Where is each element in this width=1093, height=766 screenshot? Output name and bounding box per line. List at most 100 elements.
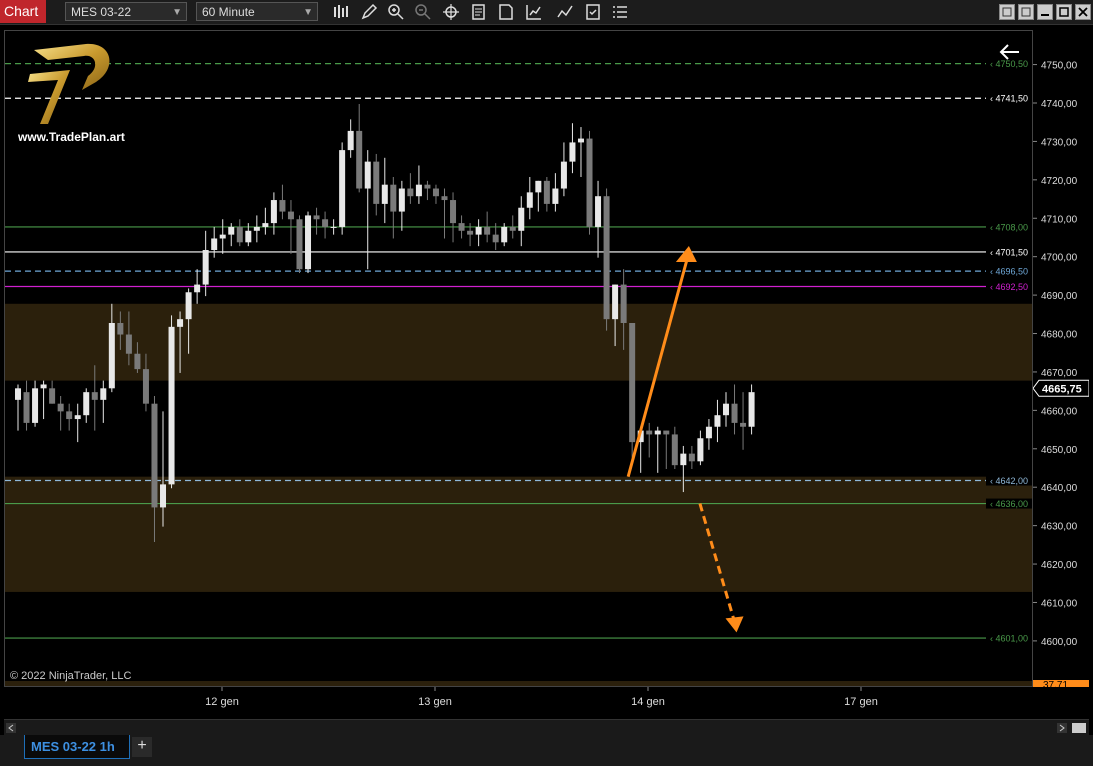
price-tick-label: 4740,00	[1041, 99, 1078, 110]
candle-body	[83, 392, 90, 416]
add-tab-button[interactable]: +	[132, 737, 152, 757]
candle-body	[577, 138, 584, 143]
candle-body	[381, 184, 388, 204]
candle-body	[108, 323, 115, 389]
candle-body	[245, 230, 252, 243]
minimize-button[interactable]	[1037, 4, 1053, 20]
time-axis[interactable]: 12 gen 13 gen 14 gen 17 gen	[4, 687, 1089, 717]
level-label: ‹ 4741,50	[990, 94, 1028, 104]
candle-body	[671, 434, 678, 466]
strategies-icon[interactable]	[525, 3, 543, 21]
candle-body	[398, 188, 405, 212]
candle-body	[620, 284, 627, 323]
candle-body	[552, 188, 559, 204]
candle-body	[603, 196, 610, 320]
level-label: ‹ 4636,00	[990, 499, 1028, 509]
price-tick-label: 4640,00	[1041, 483, 1078, 494]
zoom-out-icon[interactable]	[414, 3, 432, 21]
maximize-button[interactable]	[1056, 4, 1072, 20]
candle-body	[748, 392, 755, 427]
candle-body	[142, 369, 149, 404]
level-label: ‹ 4601,00	[990, 634, 1028, 644]
candle-body	[151, 403, 158, 508]
candle-body	[57, 403, 64, 412]
zoom-in-icon[interactable]	[387, 3, 405, 21]
candle-body	[484, 226, 491, 235]
chart-toolbar: Chart MES 03-22 ▼ 60 Minute ▼	[0, 0, 1093, 25]
candle-body	[586, 138, 593, 227]
candle-body	[66, 411, 73, 420]
supply-demand-zone	[5, 476, 1032, 592]
candle-body	[356, 130, 363, 189]
level-label: ‹ 4708,00	[990, 222, 1028, 232]
price-tick-label: 4670,00	[1041, 368, 1078, 379]
candle-body	[339, 150, 346, 227]
close-button[interactable]	[1075, 4, 1091, 20]
candle-body	[287, 211, 294, 220]
candle-body	[595, 196, 602, 227]
candle-body	[219, 234, 226, 239]
candle-body	[305, 215, 312, 270]
candle-body	[125, 334, 132, 354]
indicators-icon[interactable]	[556, 3, 574, 21]
candle-body	[364, 161, 371, 189]
menu-icon[interactable]	[611, 3, 629, 21]
properties-icon[interactable]	[470, 3, 488, 21]
candle-body	[458, 223, 465, 231]
data-box-icon[interactable]	[584, 3, 602, 21]
supply-demand-zone	[5, 303, 1032, 381]
restore2-button[interactable]	[1018, 4, 1034, 20]
candle-body	[160, 484, 167, 508]
price-tick-label: 4620,00	[1041, 560, 1078, 571]
candle-body	[424, 184, 431, 189]
instrument-selector[interactable]: MES 03-22 ▼	[65, 2, 187, 21]
bar-type-icon[interactable]	[332, 3, 350, 21]
candle-body	[526, 192, 533, 208]
price-tick-label: 4730,00	[1041, 137, 1078, 148]
horizontal-scrollbar[interactable]	[4, 719, 1089, 735]
candle-body	[270, 200, 277, 224]
candle-body	[501, 226, 508, 243]
candle-body	[509, 226, 516, 231]
candle-body	[202, 250, 209, 285]
candle-body	[629, 323, 636, 443]
time-tick-label: 17 gen	[844, 696, 878, 708]
candle-body	[330, 226, 337, 228]
back-arrow-icon[interactable]	[999, 42, 1021, 62]
candle-body	[373, 161, 380, 204]
candle-body	[100, 388, 107, 400]
candle-body	[194, 284, 201, 293]
candle-body	[441, 196, 448, 201]
instrument-tab[interactable]: MES 03-22 1h	[24, 735, 130, 759]
candle-body	[518, 207, 525, 231]
chevron-down-icon: ▼	[172, 7, 182, 18]
interval-selector[interactable]: 60 Minute ▼	[196, 2, 318, 21]
price-tick-label: 4750,00	[1041, 61, 1078, 72]
price-tick-label: 4600,00	[1041, 637, 1078, 648]
candle-body	[646, 430, 653, 435]
price-tick-label: 4710,00	[1041, 214, 1078, 225]
draw-icon[interactable]	[360, 3, 378, 21]
restore-button[interactable]	[999, 4, 1015, 20]
candle-body	[347, 130, 354, 151]
corner-readout-label: 37,71	[1043, 680, 1068, 687]
crosshair-icon[interactable]	[442, 3, 460, 21]
chart-window-tab[interactable]: Chart	[0, 0, 46, 23]
candle-body	[688, 453, 695, 462]
price-chart: ‹ 4750,50‹ 4741,50‹ 4708,00‹ 4701,50‹ 46…	[5, 58, 1032, 686]
instrument-value: MES 03-22	[71, 5, 132, 19]
interval-value: 60 Minute	[202, 5, 255, 19]
candle-body	[740, 422, 747, 427]
logo-url-text: www.TradePlan.art	[18, 130, 125, 144]
chart-plot-area[interactable]: ‹ 4750,50 ‹ 4741,50 ‹ 4708,00 ‹ 4701,50 ‹ 46…	[4, 30, 1033, 687]
time-tick-label: 12 gen	[205, 696, 239, 708]
candle-body	[432, 188, 439, 197]
bullish-arrow-head	[675, 246, 697, 262]
candle-body	[714, 415, 721, 427]
templates-icon[interactable]	[497, 3, 515, 21]
candle-body	[612, 284, 619, 320]
candle-body	[15, 388, 21, 400]
candle-body	[32, 388, 39, 423]
candle-body	[74, 415, 81, 420]
price-axis[interactable]: 4750,00 4740,00 4730,00 4720,00 4710,00 4700,…	[1032, 30, 1090, 691]
